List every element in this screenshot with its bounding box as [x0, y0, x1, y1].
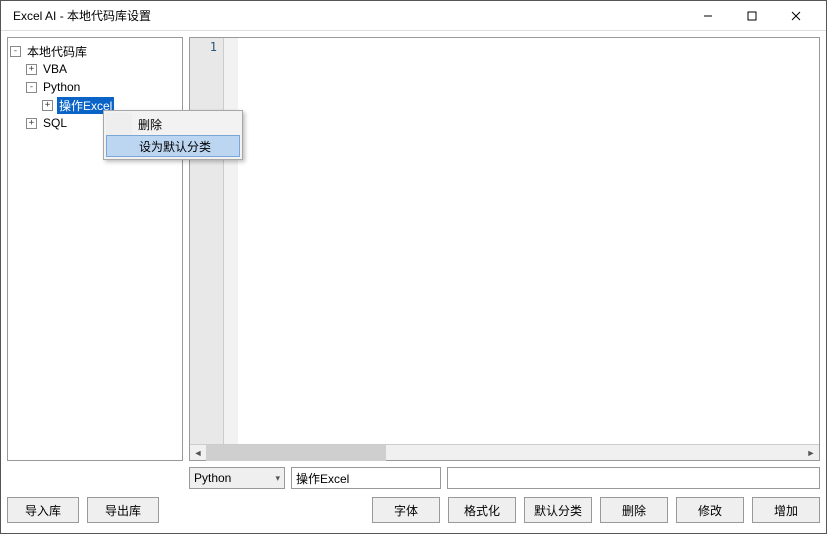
tree-node-python[interactable]: - Python — [10, 78, 180, 96]
default-category-button[interactable]: 默认分类 — [524, 497, 592, 523]
button-row: 导入库 导出库 字体 格式化 默认分类 删除 修改 增加 — [1, 489, 826, 533]
name-input-value: 操作Excel — [296, 470, 349, 487]
expand-icon[interactable]: + — [26, 64, 37, 75]
window-controls — [686, 2, 818, 30]
line-number-1: 1 — [190, 40, 217, 54]
defaultcat-label: 默认分类 — [534, 502, 582, 519]
tree-root-label: 本地代码库 — [25, 43, 89, 60]
delete-label: 删除 — [622, 502, 646, 519]
main-content: - 本地代码库 + VBA - Python + 操作Excel + SQL — [1, 31, 826, 461]
chevron-down-icon: ▾ — [275, 473, 280, 484]
format-label: 格式化 — [464, 502, 500, 519]
language-select[interactable]: Python ▾ — [189, 467, 285, 489]
menu-item-delete[interactable]: 删除 — [106, 113, 240, 135]
add-button[interactable]: 增加 — [752, 497, 820, 523]
maximize-button[interactable] — [730, 2, 774, 30]
font-label: 字体 — [394, 502, 418, 519]
import-label: 导入库 — [25, 502, 61, 519]
tree-sidebar: - 本地代码库 + VBA - Python + 操作Excel + SQL — [7, 37, 183, 461]
minimize-button[interactable] — [686, 2, 730, 30]
input-row: Python ▾ 操作Excel — [1, 461, 826, 489]
titlebar: Excel AI - 本地代码库设置 — [1, 1, 826, 31]
code-area[interactable] — [238, 38, 819, 444]
font-button[interactable]: 字体 — [372, 497, 440, 523]
tree-sql-label: SQL — [41, 116, 69, 130]
language-select-value: Python — [194, 471, 275, 485]
close-button[interactable] — [774, 2, 818, 30]
tree-vba-label: VBA — [41, 62, 69, 76]
scroll-left-icon[interactable]: ◄ — [190, 445, 206, 461]
description-input[interactable] — [447, 467, 820, 489]
import-button[interactable]: 导入库 — [7, 497, 79, 523]
menu-delete-label: 删除 — [138, 116, 162, 133]
window-title: Excel AI - 本地代码库设置 — [9, 7, 686, 24]
export-button[interactable]: 导出库 — [87, 497, 159, 523]
line-gutter: 1 — [190, 38, 224, 444]
menu-setdefault-label: 设为默认分类 — [139, 138, 211, 155]
collapse-icon[interactable]: - — [26, 82, 37, 93]
app-window: Excel AI - 本地代码库设置 - 本地代码库 + VBA — [0, 0, 827, 534]
modify-label: 修改 — [698, 502, 722, 519]
name-input[interactable]: 操作Excel — [291, 467, 441, 489]
delete-button[interactable]: 删除 — [600, 497, 668, 523]
editor-body[interactable]: 1 — [190, 38, 819, 444]
menu-item-set-default[interactable]: 设为默认分类 — [106, 135, 240, 157]
tree-python-label: Python — [41, 80, 82, 94]
add-label: 增加 — [774, 502, 798, 519]
scroll-track[interactable] — [206, 445, 803, 461]
fold-margin — [224, 38, 238, 444]
tree-root[interactable]: - 本地代码库 — [10, 42, 180, 60]
scroll-right-icon[interactable]: ► — [803, 445, 819, 461]
code-editor: 1 ◄ ► — [189, 37, 820, 461]
tree-node-vba[interactable]: + VBA — [10, 60, 180, 78]
export-label: 导出库 — [105, 502, 141, 519]
format-button[interactable]: 格式化 — [448, 497, 516, 523]
scroll-thumb[interactable] — [206, 445, 386, 461]
modify-button[interactable]: 修改 — [676, 497, 744, 523]
context-menu: 删除 设为默认分类 — [103, 110, 243, 160]
horizontal-scrollbar[interactable]: ◄ ► — [190, 444, 819, 460]
expand-icon[interactable]: + — [42, 100, 53, 111]
expand-icon[interactable]: + — [26, 118, 37, 129]
collapse-icon[interactable]: - — [10, 46, 21, 57]
